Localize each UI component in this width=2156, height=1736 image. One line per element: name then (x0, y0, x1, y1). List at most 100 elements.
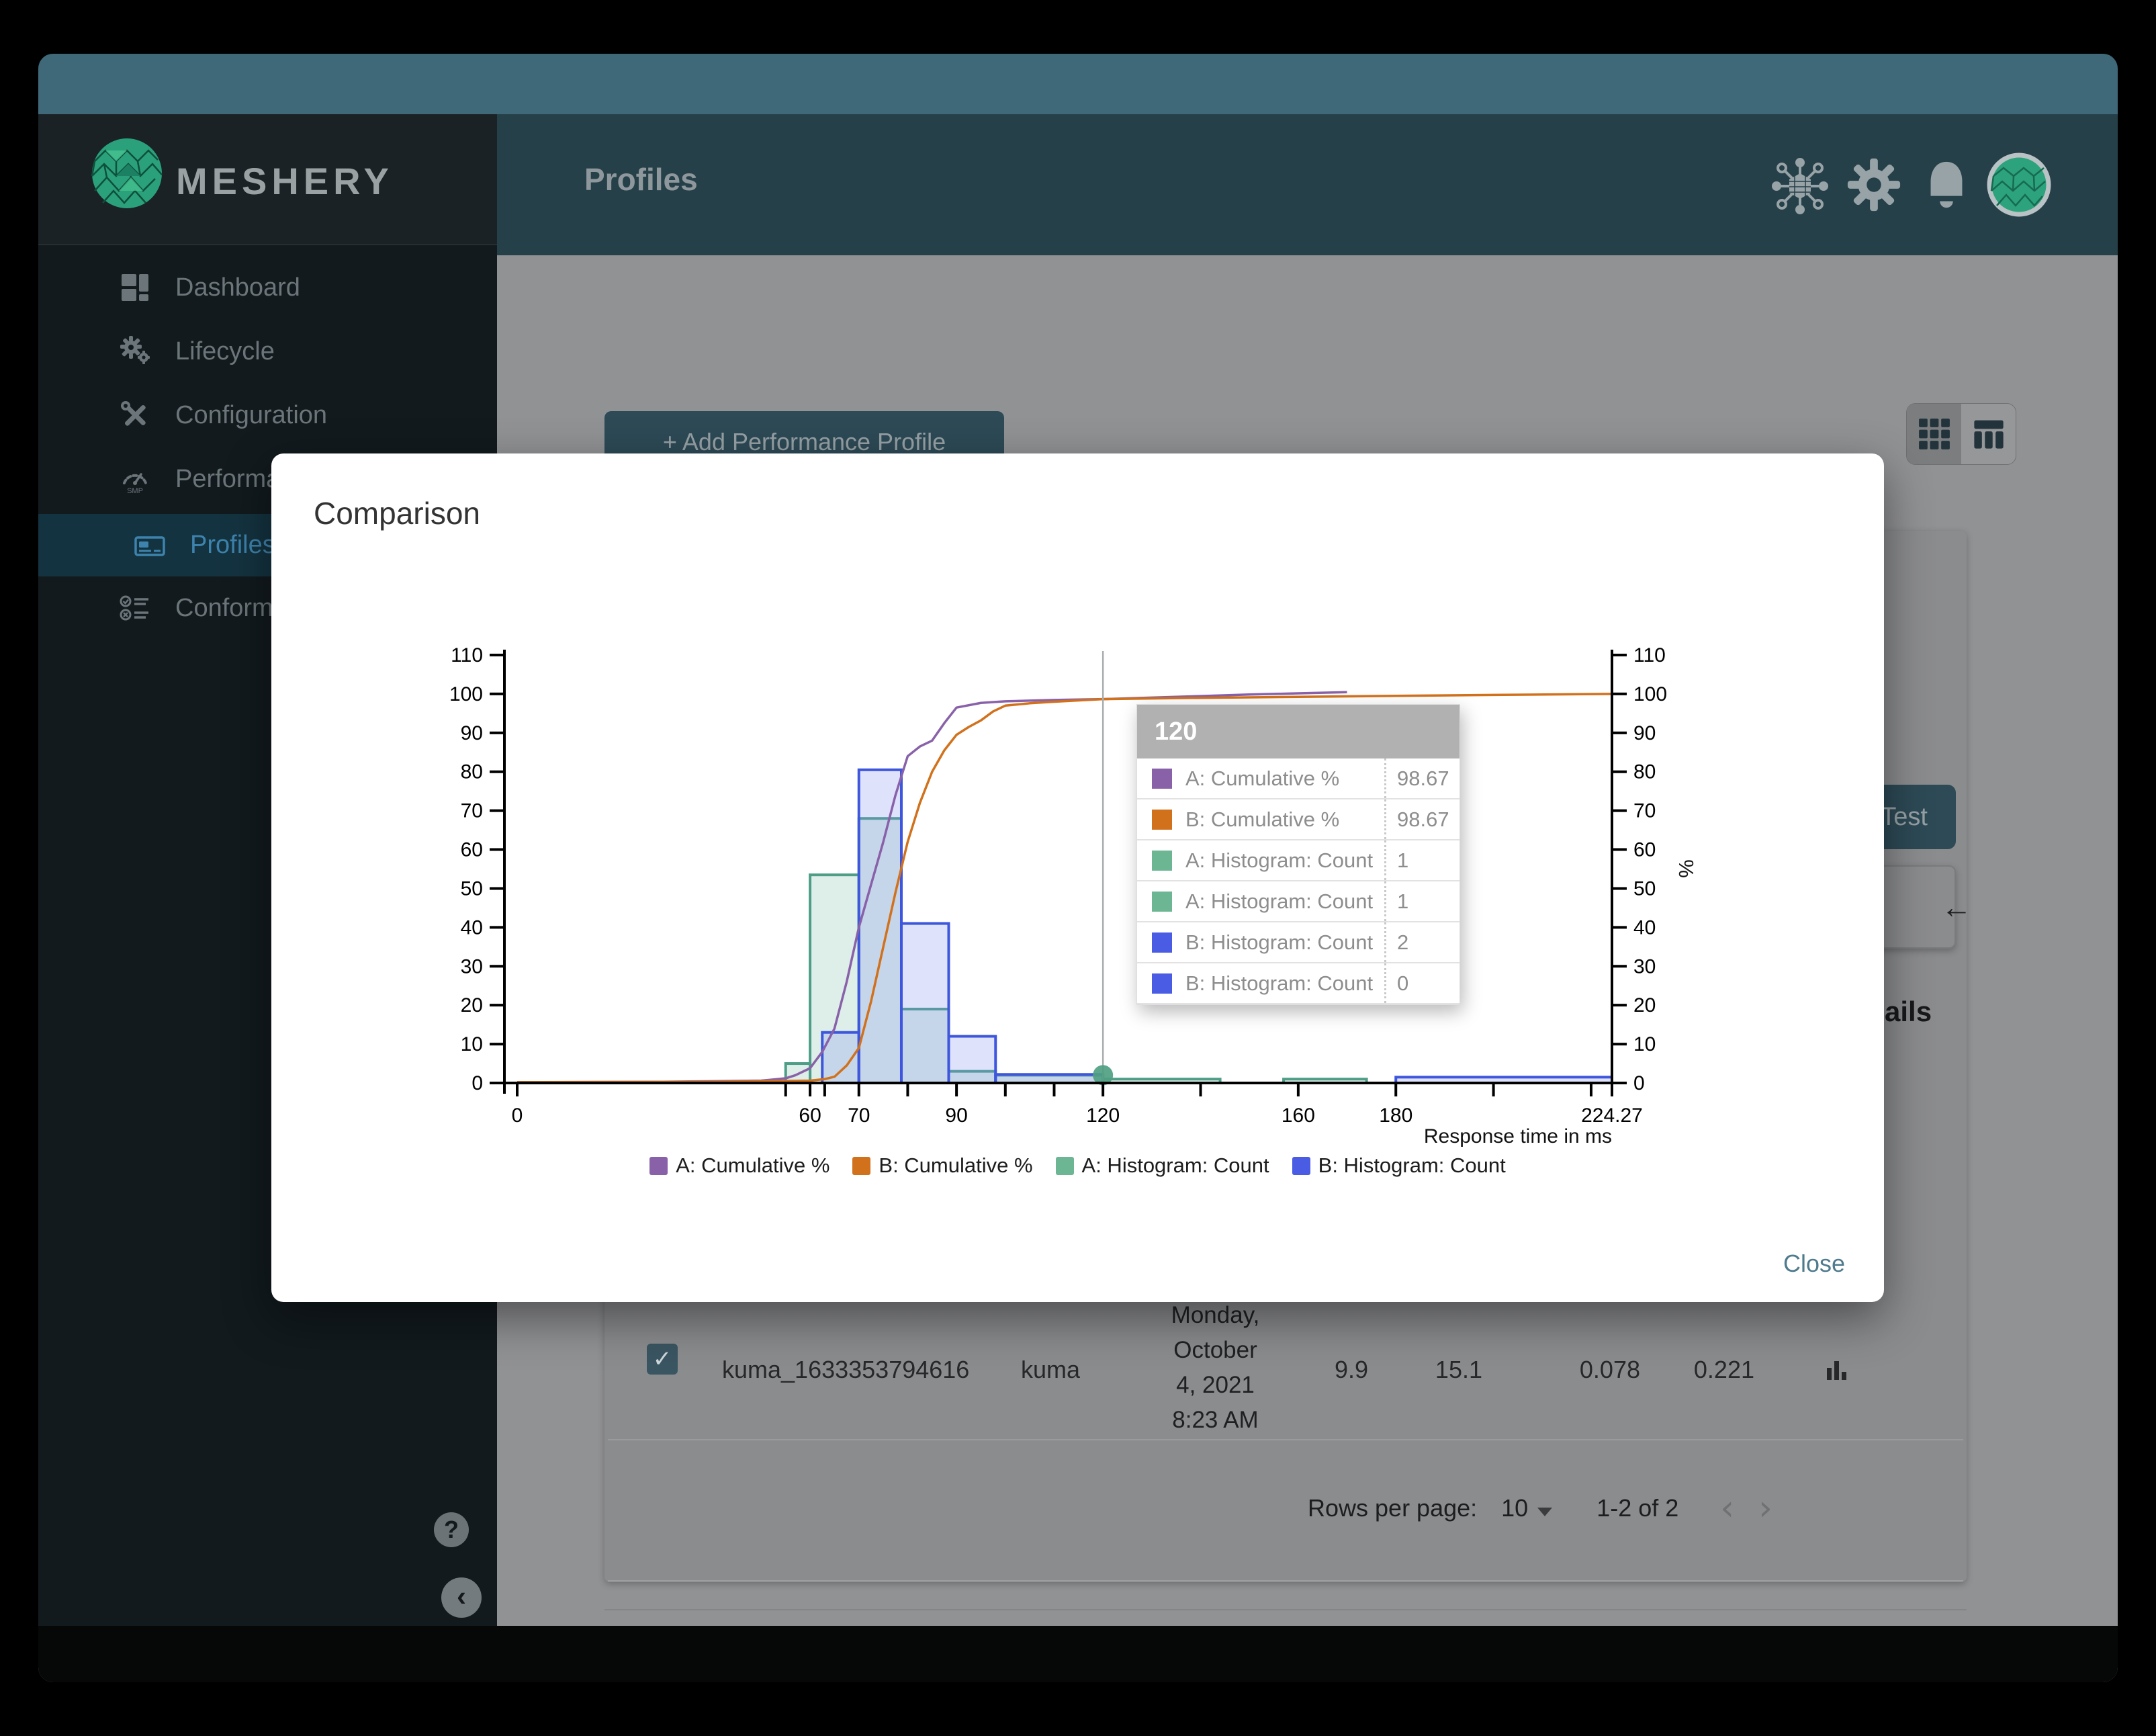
tooltip-swatch (1152, 768, 1172, 789)
svg-text:40: 40 (461, 916, 483, 939)
svg-text:30: 30 (461, 955, 483, 978)
header-gear-icon[interactable] (1845, 156, 1903, 217)
row-results-chart-icon[interactable] (1822, 1356, 1851, 1389)
pagination-range: 1-2 of 2 (1597, 1494, 1679, 1522)
row-p99: 0.221 (1693, 1356, 1754, 1383)
service-mesh-hub-icon[interactable] (1770, 156, 1830, 220)
tooltip-swatch (1152, 891, 1172, 912)
brand-wordmark: MESHERY (176, 160, 394, 202)
configuration-icon (119, 399, 151, 431)
x-axis-label: Response time in ms (1423, 1125, 1612, 1147)
sidebar-item-label: Profiles (190, 531, 275, 559)
notifications-bell-icon[interactable] (1918, 156, 1975, 221)
svg-text:60: 60 (799, 1104, 821, 1127)
svg-text:20: 20 (461, 994, 483, 1016)
user-avatar[interactable] (1983, 149, 2055, 224)
svg-text:90: 90 (461, 722, 483, 744)
svg-text:SMP: SMP (127, 487, 143, 495)
svg-text:90: 90 (945, 1104, 967, 1127)
tooltip-row: A: Cumulative % 98.67 (1137, 758, 1459, 799)
svg-text:0: 0 (512, 1104, 523, 1127)
help-button[interactable]: ? (434, 1512, 469, 1547)
close-button[interactable]: Close (1783, 1250, 1845, 1278)
pagination: Rows per page: 10 1-2 of 2 ‹ › (1308, 1485, 1952, 1532)
tooltip-row: B: Histogram: Count 2 (1137, 922, 1459, 963)
back-arrow-icon[interactable]: ← (1941, 889, 1972, 925)
sidebar-item-configuration[interactable]: Configuration (38, 388, 497, 442)
tooltip-title: 120 (1137, 705, 1459, 758)
legend-swatch (649, 1156, 668, 1175)
svg-text:50: 50 (1633, 877, 1656, 900)
rows-per-page-label: Rows per page: (1308, 1494, 1478, 1522)
row-p50: 0.078 (1579, 1356, 1640, 1383)
meshery-logo[interactable] (89, 136, 165, 214)
card-divider (608, 1580, 1963, 1581)
legend-swatch (1292, 1156, 1310, 1175)
sidebar-item-label: Lifecycle (175, 337, 275, 365)
svg-text:120: 120 (1086, 1104, 1120, 1127)
browser-toolbar: localhost:9081/performance/profiles (38, 54, 2118, 164)
row-qps: 9.9 (1334, 1356, 1368, 1383)
row-duration: 15.1 (1435, 1356, 1482, 1383)
chart-tooltip: 120 A: Cumulative % 98.67 B: Cumulative % 9… (1136, 704, 1460, 1005)
app-viewport: Profiles MESHERY Dashboard Lifecycle Con… (38, 114, 2118, 1682)
view-toggle (1906, 403, 2016, 465)
caret-down-icon (1537, 1508, 1553, 1516)
sidebar-item-label: Configuration (175, 400, 328, 429)
page-bottom-strip (38, 1626, 2118, 1682)
previous-page-button[interactable]: ‹ (1720, 1488, 1734, 1528)
right-y-axis-label: % (1674, 859, 1698, 878)
svg-text:70: 70 (461, 800, 483, 822)
tooltip-row: B: Histogram: Count 0 (1137, 963, 1459, 1004)
svg-text:224.27: 224.27 (1581, 1104, 1643, 1127)
sidebar-item-dashboard[interactable]: Dashboard (38, 261, 497, 314)
row-checkbox[interactable]: ✓ (647, 1344, 678, 1375)
legend-swatch (1055, 1156, 1074, 1175)
svg-text:70: 70 (848, 1104, 870, 1127)
svg-text:10: 10 (461, 1033, 483, 1055)
legend-item: B: Cumulative % (852, 1154, 1033, 1178)
comparison-modal: Comparison 0 0 10 10 20 20 30 30 40 40 50 50 60 60 70 7… (271, 453, 1884, 1302)
svg-text:160: 160 (1282, 1104, 1315, 1127)
svg-text:70: 70 (1633, 800, 1656, 822)
table-view-button[interactable] (1961, 404, 2016, 464)
legend-swatch (852, 1156, 871, 1175)
svg-text:50: 50 (461, 877, 483, 900)
performance-icon: SMP (119, 463, 151, 495)
row-date: Monday, October 4, 2021 8:23 AM (1171, 1302, 1260, 1433)
card-bottom-edge (604, 1609, 1967, 1610)
conformance-icon (119, 592, 151, 624)
svg-text:90: 90 (1633, 722, 1656, 744)
page-title: Profiles (584, 162, 698, 197)
svg-text:80: 80 (1633, 761, 1656, 783)
legend-item: A: Cumulative % (649, 1154, 829, 1178)
svg-text:80: 80 (461, 761, 483, 783)
next-page-button[interactable]: › (1758, 1488, 1772, 1528)
rows-per-page-select[interactable]: 10 (1501, 1494, 1553, 1522)
lifecycle-icon (119, 335, 151, 367)
tooltip-row: B: Cumulative % 98.67 (1137, 799, 1459, 840)
svg-text:10: 10 (1633, 1033, 1656, 1055)
svg-text:0: 0 (1633, 1072, 1645, 1094)
svg-text:110: 110 (1633, 644, 1666, 666)
row-mesh-name: kuma (1021, 1356, 1081, 1383)
grid-view-button[interactable] (1907, 404, 1961, 464)
svg-text:40: 40 (1633, 916, 1656, 939)
histogram-bar (947, 1035, 997, 1084)
sidebar-item-label: Dashboard (175, 273, 300, 302)
svg-text:100: 100 (1633, 683, 1667, 705)
svg-text:100: 100 (449, 683, 483, 705)
tooltip-row: A: Histogram: Count 1 (1137, 881, 1459, 922)
svg-text:60: 60 (1633, 839, 1656, 861)
tooltip-swatch (1152, 932, 1172, 953)
sidebar-item-lifecycle[interactable]: Lifecycle (38, 324, 497, 378)
dashboard-icon (119, 271, 151, 304)
svg-text:20: 20 (1633, 994, 1656, 1016)
histogram-bar (899, 922, 950, 1085)
svg-text:30: 30 (1633, 955, 1656, 978)
details-heading-fragment: ails (1885, 996, 1932, 1027)
sidebar-collapse-button[interactable]: ‹ (441, 1577, 482, 1618)
profiles-icon (134, 529, 166, 562)
tooltip-swatch (1152, 809, 1172, 830)
svg-text:60: 60 (461, 839, 483, 861)
